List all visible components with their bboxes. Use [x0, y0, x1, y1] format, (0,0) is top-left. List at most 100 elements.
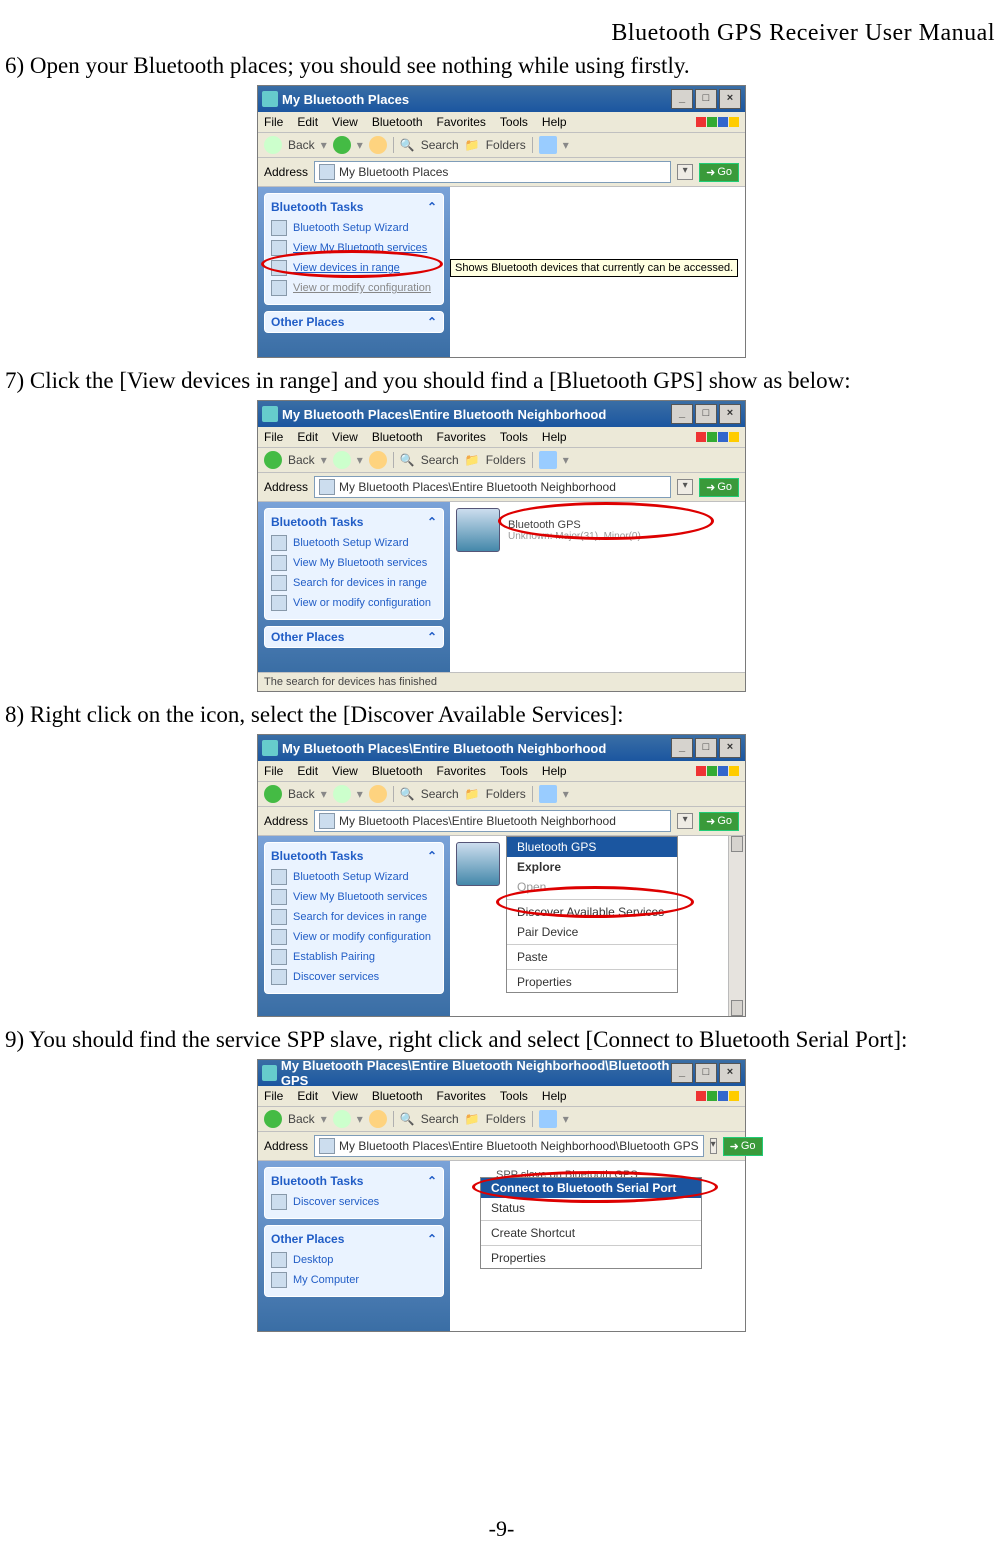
collapse-icon[interactable]: ⌃	[427, 200, 437, 214]
ctx-open[interactable]: Open	[507, 877, 677, 897]
ctx-properties[interactable]: Properties	[481, 1248, 701, 1268]
back-icon[interactable]	[264, 1110, 282, 1128]
search-button[interactable]: Search	[421, 1112, 459, 1126]
ctx-pair-device[interactable]: Pair Device	[507, 922, 677, 942]
task-discover-services[interactable]: Discover services	[271, 967, 437, 987]
task-modify-config[interactable]: View or modify configuration	[271, 278, 437, 298]
menu-file[interactable]: File	[264, 1089, 283, 1103]
place-my-computer[interactable]: My Computer	[271, 1270, 437, 1290]
task-setup-wizard[interactable]: Bluetooth Setup Wizard	[271, 867, 437, 887]
ctx-create-shortcut[interactable]: Create Shortcut	[481, 1223, 701, 1243]
address-field[interactable]: My Bluetooth Places\Entire Bluetooth Nei…	[314, 810, 671, 832]
menu-favorites[interactable]: Favorites	[437, 115, 486, 129]
scrollbar[interactable]	[728, 836, 745, 1016]
minimize-button[interactable]: _	[671, 1063, 693, 1083]
search-icon[interactable]: 🔍	[400, 1112, 415, 1126]
minimize-button[interactable]: _	[671, 89, 693, 109]
task-modify-config[interactable]: View or modify configuration	[271, 593, 437, 613]
menu-view[interactable]: View	[332, 1089, 358, 1103]
collapse-icon[interactable]: ⌃	[427, 1232, 437, 1246]
menu-edit[interactable]: Edit	[297, 430, 318, 444]
menu-tools[interactable]: Tools	[500, 115, 528, 129]
menu-help[interactable]: Help	[542, 115, 567, 129]
task-view-services[interactable]: View My Bluetooth services	[271, 887, 437, 907]
menu-favorites[interactable]: Favorites	[437, 764, 486, 778]
task-view-services[interactable]: View My Bluetooth services	[271, 238, 437, 258]
forward-icon[interactable]	[333, 451, 351, 469]
back-icon[interactable]	[264, 785, 282, 803]
forward-icon[interactable]	[333, 785, 351, 803]
menu-edit[interactable]: Edit	[297, 764, 318, 778]
ctx-properties[interactable]: Properties	[507, 972, 677, 992]
back-button[interactable]: Back	[288, 787, 315, 801]
views-icon[interactable]	[539, 136, 557, 154]
address-dropdown[interactable]: ▾	[677, 479, 693, 495]
place-desktop[interactable]: Desktop	[271, 1250, 437, 1270]
back-button[interactable]: Back	[288, 138, 315, 152]
maximize-button[interactable]: □	[695, 404, 717, 424]
menu-tools[interactable]: Tools	[500, 430, 528, 444]
maximize-button[interactable]: □	[695, 1063, 717, 1083]
menu-bluetooth[interactable]: Bluetooth	[372, 430, 423, 444]
menu-edit[interactable]: Edit	[297, 115, 318, 129]
menu-tools[interactable]: Tools	[500, 764, 528, 778]
menu-view[interactable]: View	[332, 115, 358, 129]
task-discover-services[interactable]: Discover services	[271, 1192, 437, 1212]
address-field[interactable]: My Bluetooth Places\Entire Bluetooth Nei…	[314, 1135, 704, 1157]
task-setup-wizard[interactable]: Bluetooth Setup Wizard	[271, 533, 437, 553]
task-search-devices[interactable]: Search for devices in range	[271, 573, 437, 593]
up-icon[interactable]	[369, 451, 387, 469]
back-button[interactable]: Back	[288, 1112, 315, 1126]
menu-help[interactable]: Help	[542, 764, 567, 778]
device-bluetooth-gps[interactable]	[456, 842, 500, 1010]
views-icon[interactable]	[539, 451, 557, 469]
task-view-services[interactable]: View My Bluetooth services	[271, 553, 437, 573]
back-icon[interactable]	[264, 451, 282, 469]
collapse-icon[interactable]: ⌃	[427, 849, 437, 863]
menu-bluetooth[interactable]: Bluetooth	[372, 1089, 423, 1103]
back-button[interactable]: Back	[288, 453, 315, 467]
search-button[interactable]: Search	[421, 453, 459, 467]
folders-button[interactable]: Folders	[486, 1112, 526, 1126]
forward-icon[interactable]	[333, 1110, 351, 1128]
collapse-icon[interactable]: ⌃	[427, 515, 437, 529]
folders-icon[interactable]: 📁	[465, 138, 480, 152]
menu-edit[interactable]: Edit	[297, 1089, 318, 1103]
forward-icon[interactable]	[333, 136, 351, 154]
task-establish-pairing[interactable]: Establish Pairing	[271, 947, 437, 967]
close-button[interactable]: ×	[719, 404, 741, 424]
ctx-status[interactable]: Status	[481, 1198, 701, 1218]
menu-bluetooth[interactable]: Bluetooth	[372, 764, 423, 778]
device-bluetooth-gps[interactable]: Bluetooth GPSUnknown: Major(31), Minor(0…	[456, 508, 739, 552]
ctx-paste[interactable]: Paste	[507, 947, 677, 967]
search-icon[interactable]: 🔍	[400, 138, 415, 152]
titlebar[interactable]: My Bluetooth Places\Entire Bluetooth Nei…	[258, 735, 745, 761]
folders-button[interactable]: Folders	[486, 453, 526, 467]
up-icon[interactable]	[369, 1110, 387, 1128]
up-icon[interactable]	[369, 785, 387, 803]
titlebar[interactable]: My Bluetooth Places\Entire Bluetooth Nei…	[258, 1060, 745, 1086]
go-button[interactable]: ➜ Go	[699, 478, 739, 497]
up-icon[interactable]	[369, 136, 387, 154]
address-dropdown[interactable]: ▾	[677, 813, 693, 829]
ctx-connect-serial-port[interactable]: Connect to Bluetooth Serial Port	[481, 1178, 701, 1198]
folders-icon[interactable]: 📁	[465, 787, 480, 801]
search-icon[interactable]: 🔍	[400, 453, 415, 467]
menu-view[interactable]: View	[332, 764, 358, 778]
folders-icon[interactable]: 📁	[465, 453, 480, 467]
maximize-button[interactable]: □	[695, 89, 717, 109]
go-button[interactable]: ➜ Go	[723, 1137, 763, 1156]
menu-favorites[interactable]: Favorites	[437, 430, 486, 444]
menu-bluetooth[interactable]: Bluetooth	[372, 115, 423, 129]
search-icon[interactable]: 🔍	[400, 787, 415, 801]
ctx-explore[interactable]: Explore	[507, 857, 677, 877]
menu-view[interactable]: View	[332, 430, 358, 444]
minimize-button[interactable]: _	[671, 738, 693, 758]
menu-file[interactable]: File	[264, 430, 283, 444]
menu-file[interactable]: File	[264, 764, 283, 778]
close-button[interactable]: ×	[719, 738, 741, 758]
go-button[interactable]: ➜ Go	[699, 163, 739, 182]
address-dropdown[interactable]: ▾	[710, 1138, 717, 1154]
back-icon[interactable]	[264, 136, 282, 154]
task-modify-config[interactable]: View or modify configuration	[271, 927, 437, 947]
